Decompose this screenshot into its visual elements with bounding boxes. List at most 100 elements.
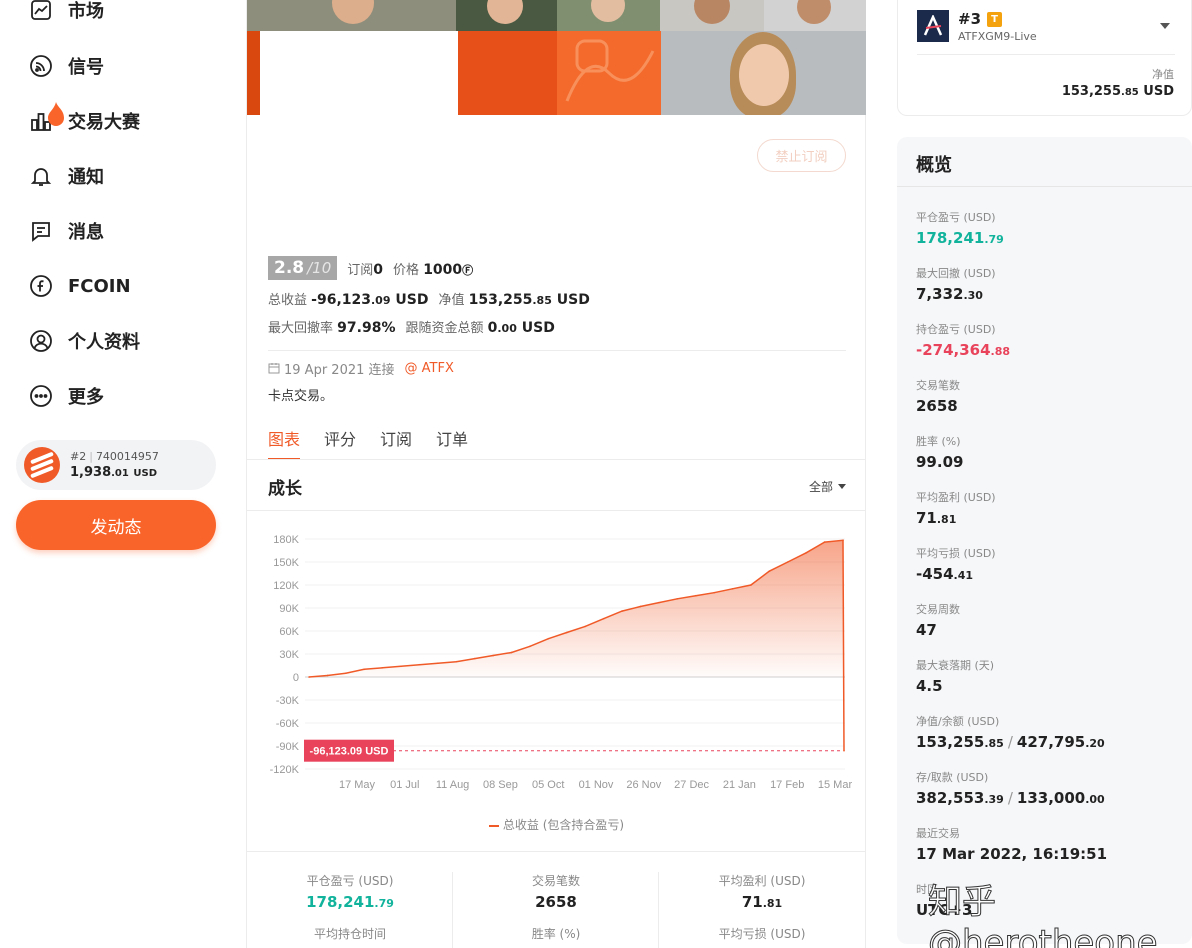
tab-subscriptions[interactable]: 订阅 bbox=[380, 424, 412, 460]
signal-description: 卡点交易。 bbox=[268, 389, 334, 404]
profile-banner bbox=[247, 0, 866, 115]
equity-value: 153,255.85 USD bbox=[1061, 84, 1174, 99]
y-tick-label: -30K bbox=[276, 695, 300, 707]
nav-item-fcoin[interactable]: FCOIN bbox=[28, 271, 131, 301]
flame-icon bbox=[48, 102, 64, 126]
chart-legend[interactable]: 总收益 (包含持合盈亏) bbox=[247, 816, 866, 833]
x-tick-label: 17 Feb bbox=[770, 779, 804, 791]
caret-down-icon bbox=[838, 484, 846, 489]
nav-item-profile[interactable]: 个人资料 bbox=[28, 326, 140, 356]
data-point bbox=[823, 541, 826, 543]
data-point bbox=[658, 601, 660, 604]
broker-link[interactable]: @ ATFX bbox=[405, 361, 454, 376]
signal-price: 价格 1000Ⓕ bbox=[393, 261, 474, 278]
nav-item-label: 个人资料 bbox=[68, 332, 140, 353]
data-point bbox=[786, 561, 789, 563]
growth-chart[interactable]: 180K 150K 120K 90K 60K 30K 0 -30K -60K -90K -120K 1… bbox=[247, 520, 866, 840]
nav-item-label: 通知 bbox=[68, 167, 104, 188]
y-tick-label: 150K bbox=[273, 557, 299, 569]
nav-item-label: FCOIN bbox=[68, 275, 131, 297]
nav-item-label: 交易大赛 bbox=[68, 112, 140, 133]
nav-item-signals[interactable]: 信号 bbox=[28, 51, 104, 81]
x-tick-label: 27 Dec bbox=[674, 779, 709, 791]
post-status-button[interactable]: 发动态 bbox=[16, 500, 216, 550]
nav-item-notifications[interactable]: 通知 bbox=[28, 161, 104, 191]
y-tick-label: 90K bbox=[279, 603, 299, 615]
data-point bbox=[510, 651, 513, 654]
stat-trade-count: 交易笔数 2658 胜率 (%) bbox=[531, 874, 581, 941]
overview-last-trade: 最近交易 17 Mar 2022, 16:19:51 bbox=[916, 827, 1108, 863]
my-account-card[interactable]: #2 | 740014957 1,938.01 USD bbox=[16, 440, 216, 490]
subscribers-count: 订阅0 bbox=[347, 261, 384, 278]
equity-label: 净值 bbox=[1152, 68, 1174, 81]
more-icon bbox=[28, 383, 54, 409]
competition-icon bbox=[28, 102, 64, 134]
watermark: 知乎 @herotheone bbox=[928, 882, 1159, 948]
account-balance: 1,938 bbox=[70, 465, 112, 480]
y-tick-label: -120K bbox=[270, 764, 300, 776]
account-selector[interactable]: #3 T ATFXGM9-Live 净值 153,255.85 USD bbox=[897, 0, 1192, 116]
x-tick-label: 01 Jul bbox=[390, 779, 419, 791]
data-point bbox=[455, 660, 458, 663]
overview-win-rate: 胜率 (%) 99.09 bbox=[916, 435, 964, 471]
calendar-icon bbox=[268, 363, 280, 374]
stat-avg-profit: 平均盈利 (USD) 71.81 平均亏损 (USD) bbox=[718, 874, 806, 941]
tab-orders[interactable]: 订单 bbox=[436, 424, 468, 460]
dropdown-arrow-icon[interactable] bbox=[1160, 23, 1170, 29]
chart-line-icon bbox=[28, 0, 54, 23]
nav-item-market[interactable]: 市场 bbox=[28, 0, 104, 25]
overview-max-drawdown: 最大回撤 (USD) 7,332.30 bbox=[916, 267, 996, 303]
data-point bbox=[805, 552, 807, 554]
data-point bbox=[529, 645, 531, 648]
nav-item-messages[interactable]: 消息 bbox=[28, 216, 104, 246]
tab-chart[interactable]: 图表 bbox=[268, 424, 301, 460]
overview-panel: 概览 平仓盈亏 (USD) 178,241.79 最大回撤 (USD) 7,332.3… bbox=[897, 137, 1192, 944]
detail-tabs: 图表 评分 订阅 订单 bbox=[268, 424, 492, 460]
last-value-label: -96,123.09 USD bbox=[310, 746, 389, 758]
data-point bbox=[492, 654, 494, 657]
data-point bbox=[584, 625, 587, 628]
nav-item-more[interactable]: 更多 bbox=[28, 381, 104, 411]
data-point bbox=[473, 657, 476, 660]
data-point bbox=[731, 588, 734, 590]
total-profit: 总收益 -96,123.09 USD bbox=[268, 291, 429, 308]
data-point bbox=[676, 598, 679, 600]
stat-closed-pnl: 平仓盈亏 (USD) 178,241.79 平均持仓时间 bbox=[306, 874, 394, 941]
account-id: 740014957 bbox=[95, 450, 159, 463]
data-point bbox=[602, 617, 605, 620]
signal-icon bbox=[28, 53, 54, 79]
message-icon bbox=[28, 218, 54, 244]
nav-item-competition[interactable]: 交易大赛 bbox=[28, 102, 140, 136]
x-tick-label: 01 Nov bbox=[579, 779, 614, 791]
nav-item-label: 消息 bbox=[68, 222, 104, 243]
x-tick-label: 26 Nov bbox=[626, 779, 661, 791]
nav-item-label: 市场 bbox=[68, 1, 104, 22]
data-point bbox=[621, 610, 623, 612]
subscribe-button[interactable]: 禁止订阅 bbox=[757, 139, 846, 172]
overview-avg-profit: 平均盈利 (USD) 71.81 bbox=[916, 491, 996, 527]
data-point bbox=[565, 631, 568, 634]
fcoin-icon bbox=[28, 273, 54, 299]
nav-item-label: 信号 bbox=[68, 57, 104, 78]
rating-badge: 2.8/10 bbox=[268, 256, 338, 280]
y-tick-label: 120K bbox=[273, 580, 299, 592]
tab-rating[interactable]: 评分 bbox=[324, 424, 356, 460]
nav-item-label: 更多 bbox=[68, 387, 104, 408]
left-nav: 市场 信号 交易大赛 通知 消息 FCOIN 个人资料 更多 #2 | 7400… bbox=[0, 0, 232, 948]
data-point bbox=[750, 584, 752, 586]
data-point bbox=[639, 605, 642, 608]
chart-title: 成长 bbox=[268, 479, 302, 499]
data-point bbox=[418, 663, 421, 666]
account-rank: #2 bbox=[70, 450, 87, 463]
data-point bbox=[694, 594, 697, 597]
overview-equity-balance: 净值/余额 (USD) 153,255.85/427,795.20 bbox=[916, 715, 1105, 751]
overview-max-drawdown-days: 最大衰落期 (天) 4.5 bbox=[916, 659, 995, 695]
overview-avg-loss: 平均亏损 (USD) -454.41 bbox=[916, 547, 996, 583]
range-dropdown[interactable]: 全部 bbox=[809, 478, 846, 495]
account-type-badge: T bbox=[987, 11, 1003, 27]
data-point bbox=[713, 591, 715, 594]
max-drawdown-rate: 最大回撤率 97.98% bbox=[268, 319, 396, 336]
data-point bbox=[363, 668, 366, 671]
atfx-logo-icon bbox=[917, 10, 949, 42]
y-tick-label: 30K bbox=[279, 649, 299, 661]
